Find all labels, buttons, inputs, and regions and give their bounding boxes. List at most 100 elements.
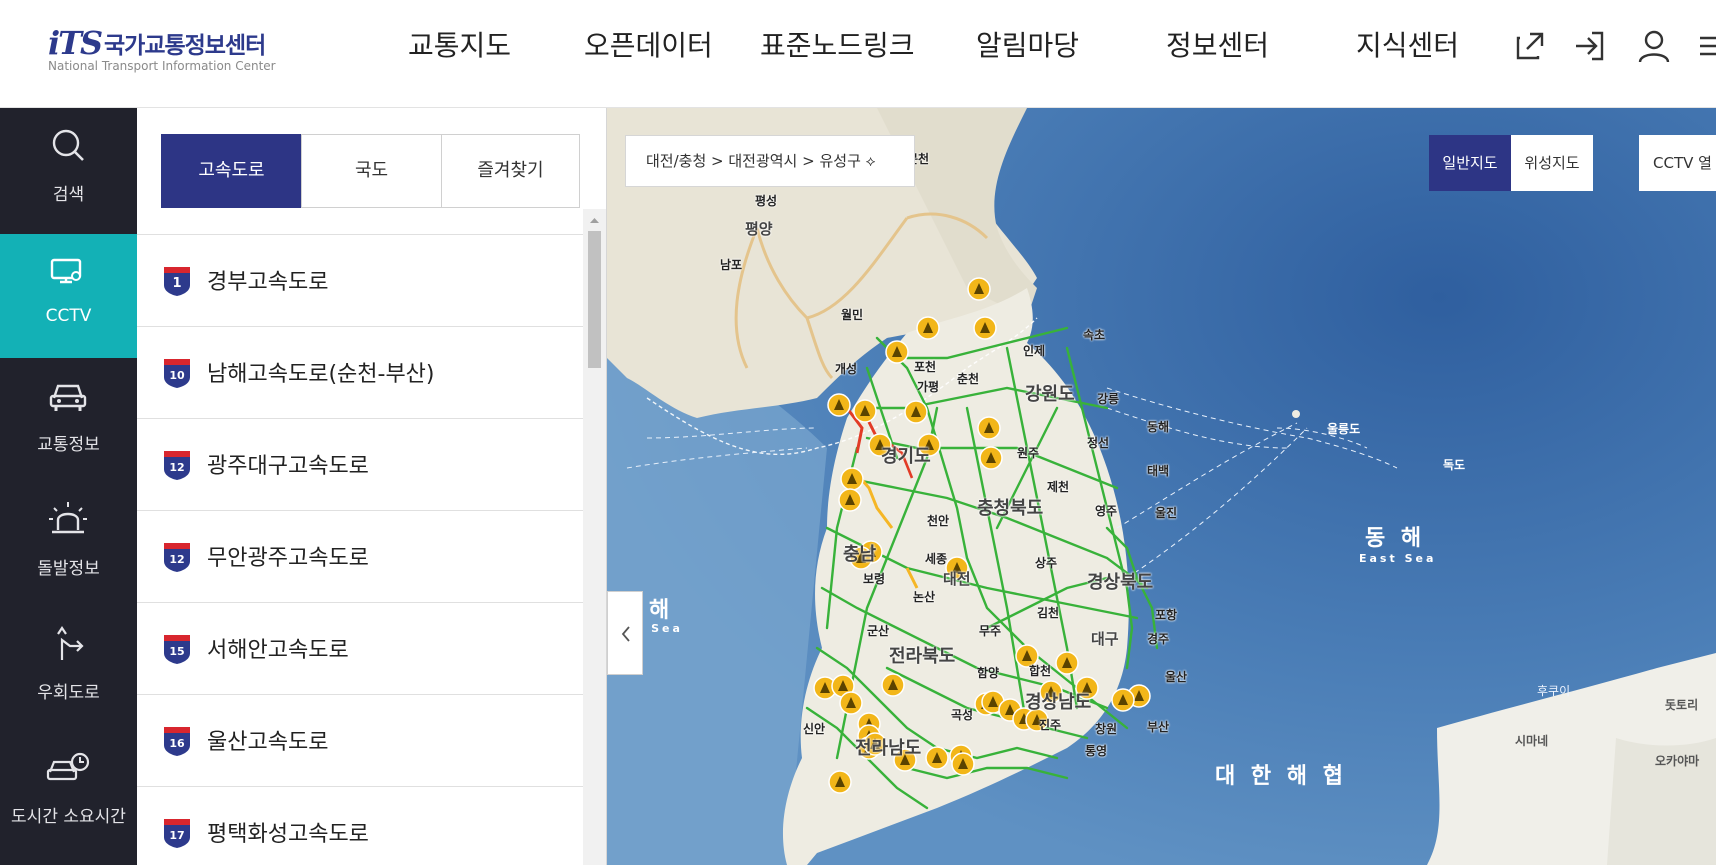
road-list-item[interactable]: 15 서해안고속도로	[137, 603, 583, 695]
nav-notice[interactable]: 알림마당	[976, 24, 1079, 64]
map-canvas[interactable]	[607, 108, 1716, 865]
road-list: 1 경부고속도로 10 남해고속도로(순천-부산) 12 광주대구고속도로 12 무안광주고속…	[137, 234, 583, 865]
road-list-item[interactable]: 12 광주대구고속도로	[137, 419, 583, 511]
tab-expressway[interactable]: 고속도로	[161, 134, 302, 208]
map-type-satellite-button[interactable]: 위성지도	[1511, 135, 1593, 191]
expressway-shield-icon: 17	[164, 819, 190, 848]
expressway-shield-icon: 12	[164, 543, 190, 572]
road-list-scrollbar[interactable]	[583, 209, 606, 865]
rail-item-incident[interactable]: 돌발정보	[0, 482, 137, 606]
panel-collapse-button[interactable]	[607, 591, 643, 675]
map-label-wolmi: 월민	[841, 308, 864, 322]
nav-open-data[interactable]: 오픈데이터	[584, 24, 713, 64]
logo-subtitle: National Transport Information Center	[48, 59, 276, 73]
cctv-marker[interactable]	[853, 399, 877, 423]
map-label-jeonbuk: 전라북도	[889, 646, 956, 667]
map-label-pyongyang: 평양	[745, 220, 773, 238]
map-label-shimane: 시마네	[1515, 734, 1549, 748]
rail-label-traffic: 교통정보	[37, 435, 100, 455]
cctv-marker[interactable]	[967, 277, 991, 301]
menu-icon[interactable]	[1694, 26, 1716, 66]
nav-traffic-map[interactable]: 교통지도	[408, 24, 511, 64]
map-label-gangwon: 강원도	[1025, 384, 1075, 405]
map-label-chuncheon: 춘천	[957, 372, 980, 386]
tab-national-road[interactable]: 국도	[301, 134, 442, 208]
shield-number: 16	[169, 737, 185, 750]
cctv-list-button[interactable]: CCTV 열	[1639, 135, 1716, 191]
map-label-gangneung: 강릉	[1097, 392, 1120, 406]
map-label-nampo: 남포	[720, 258, 743, 272]
map-label-gyeongbuk: 경상북도	[1087, 572, 1154, 593]
external-link-icon[interactable]	[1510, 26, 1550, 66]
rail-item-detour[interactable]: 우회도로	[0, 606, 137, 730]
expressway-shield-icon: 10	[164, 359, 190, 388]
cctv-marker[interactable]	[973, 316, 997, 340]
map-label-hamyang: 함양	[977, 666, 1000, 680]
rail-item-search[interactable]: 검색	[0, 108, 137, 232]
map-label-pohang: 포항	[1155, 608, 1178, 622]
rail-item-intercity-time[interactable]: 도시간 소요시간	[0, 730, 137, 854]
nav-info-center[interactable]: 정보센터	[1166, 24, 1269, 64]
user-icon[interactable]	[1634, 26, 1674, 66]
cctv-marker[interactable]	[881, 673, 905, 697]
road-list-item[interactable]: 1 경부고속도로	[137, 235, 583, 327]
map-label-nonsan: 논산	[913, 590, 936, 604]
rail-item-cctv[interactable]: CCTV	[0, 234, 137, 358]
road-list-item[interactable]: 17 평택화성고속도로	[137, 787, 583, 865]
map-label-taebaek: 태백	[1147, 464, 1170, 478]
site-logo[interactable]: iTS 국가교통정보센터 National Transport Informat…	[48, 22, 298, 74]
map-label-yellow-sea-kr: 해	[649, 598, 674, 623]
road-list-item[interactable]: 16 울산고속도로	[137, 695, 583, 787]
cctv-marker[interactable]	[839, 691, 863, 715]
search-icon	[52, 129, 84, 161]
map-label-pyongsong: 평성	[755, 194, 778, 208]
rail-item-traffic[interactable]: 교통정보	[0, 358, 137, 482]
left-rail: 검색 CCTV 교통정보 돌발정보 우회도로 도시간 소요시간	[0, 108, 137, 865]
map-label-ulsan: 울산	[1165, 670, 1188, 684]
map-label-wonju: 원주	[1017, 446, 1040, 460]
app-root: iTS 국가교통정보센터 National Transport Informat…	[0, 0, 1716, 865]
cctv-marker[interactable]	[840, 467, 864, 491]
login-icon[interactable]	[1570, 26, 1610, 66]
road-type-tabs: 고속도로 국도 즐겨찾기	[161, 134, 580, 208]
cctv-marker[interactable]	[977, 416, 1001, 440]
map-label-sejong: 세종	[925, 552, 948, 566]
road-list-item[interactable]: 12 무안광주고속도로	[137, 511, 583, 603]
map-label-donghae: 동해	[1147, 420, 1170, 434]
scroll-up-arrow-icon[interactable]	[583, 209, 606, 231]
cctv-marker[interactable]	[925, 746, 949, 770]
expressway-shield-icon: 12	[164, 451, 190, 480]
map-label-gokseong: 곡성	[951, 708, 974, 722]
site-header: iTS 국가교통정보센터 National Transport Informat…	[0, 0, 1716, 108]
map-label-east-sea-en: East Sea	[1359, 552, 1437, 565]
cctv-marker[interactable]	[916, 316, 940, 340]
tab-favorites[interactable]: 즐겨찾기	[441, 134, 580, 208]
nav-knowledge-center[interactable]: 지식센터	[1356, 24, 1459, 64]
cctv-marker[interactable]	[979, 446, 1003, 470]
logo-name: 국가교통정보센터	[104, 33, 266, 59]
map-label-muju: 무주	[979, 624, 1002, 638]
cctv-marker[interactable]	[951, 752, 975, 776]
map-type-normal-button[interactable]: 일반지도	[1429, 135, 1511, 191]
map-label-cheonan: 천안	[927, 514, 950, 528]
map-label-pocheon: 포천	[914, 360, 937, 374]
map-label-gyeonggi: 경기도	[881, 446, 931, 467]
cctv-marker[interactable]	[904, 400, 928, 424]
cctv-marker[interactable]	[838, 488, 862, 512]
road-list-item[interactable]: 10 남해고속도로(순천-부산)	[137, 327, 583, 419]
map-label-gyeongju: 경주	[1147, 632, 1170, 646]
nav-standard-node-link[interactable]: 표준노드링크	[760, 24, 915, 64]
cctv-marker[interactable]	[1111, 688, 1135, 712]
cctv-marker[interactable]	[885, 340, 909, 364]
region-breadcrumb[interactable]: 대전/충청 > 대전광역시 > 유성구 ⟡	[625, 135, 915, 187]
expressway-shield-icon: 16	[164, 727, 190, 756]
cctv-marker[interactable]	[827, 393, 851, 417]
map-label-ulleungdo: 울릉도	[1327, 422, 1361, 436]
cctv-marker[interactable]	[828, 770, 852, 794]
rail-label-incident: 돌발정보	[37, 559, 100, 579]
traffic-map[interactable]: 평성 평양 남포 문천 월민 개성 포천 춘천 인제 속초 가평 강원도 강릉 …	[607, 108, 1716, 865]
road-name: 남해고속도로(순천-부산)	[207, 362, 435, 387]
map-label-changwon: 창원	[1095, 722, 1118, 736]
cctv-marker[interactable]	[1055, 651, 1079, 675]
scroll-thumb[interactable]	[588, 231, 601, 368]
